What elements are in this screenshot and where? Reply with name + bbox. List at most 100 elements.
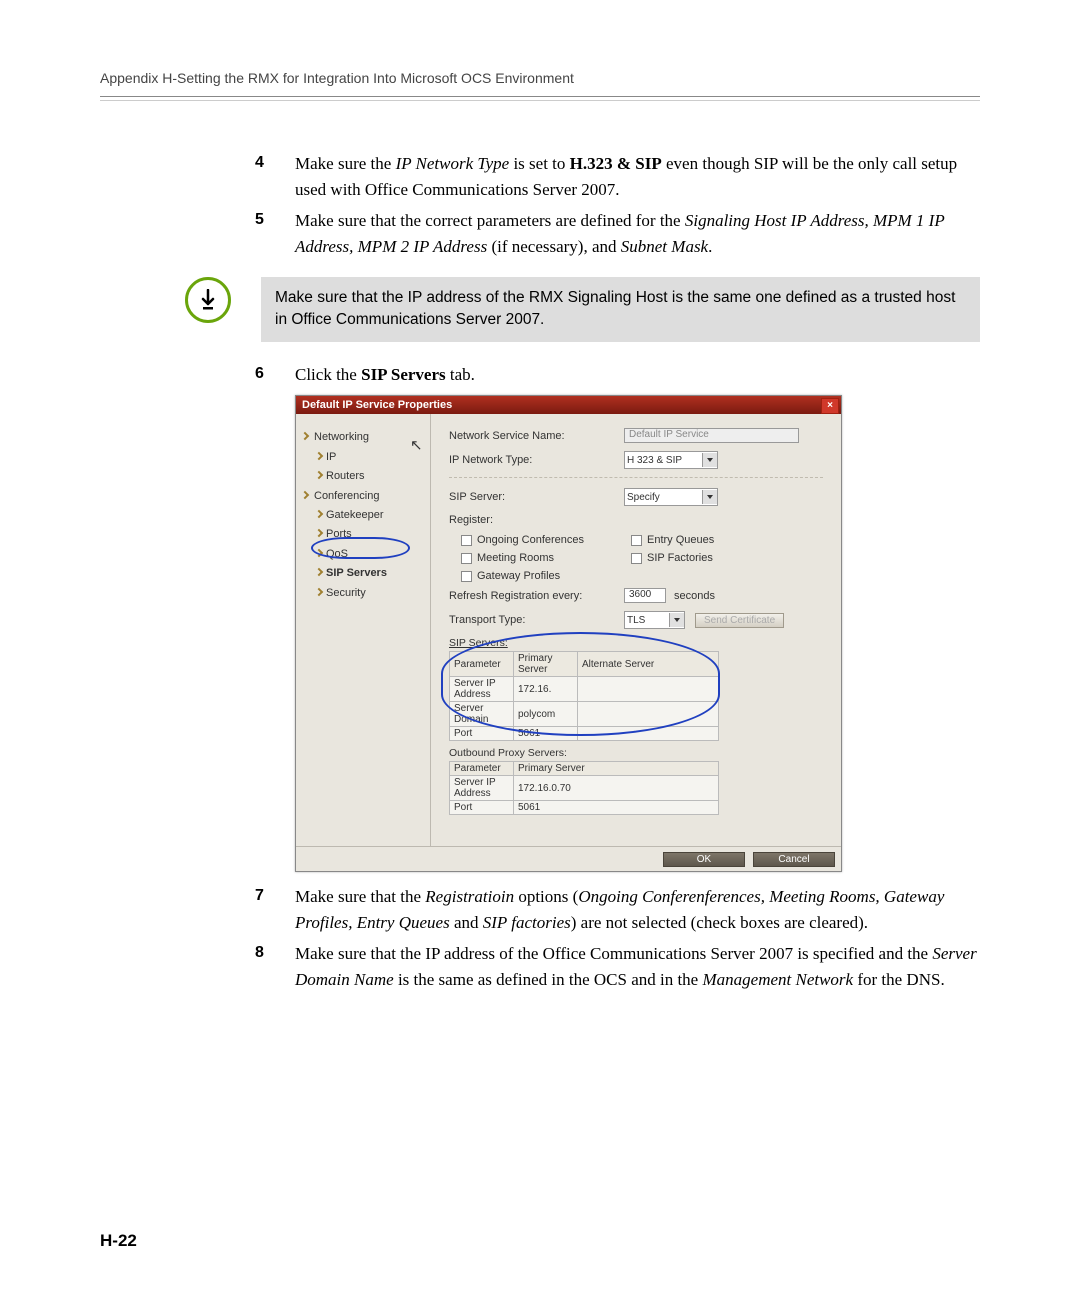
text: Make sure that the correct parameters ar… xyxy=(295,211,685,230)
td[interactable] xyxy=(578,702,719,727)
note-icon xyxy=(185,277,231,323)
nav-gatekeeper[interactable]: Gatekeeper xyxy=(296,506,430,525)
label-register: Register: xyxy=(449,514,624,526)
td: Server IP Address xyxy=(450,677,514,702)
ok-button[interactable]: OK xyxy=(663,852,745,867)
nav-sip-servers[interactable]: SIP Servers xyxy=(296,564,430,583)
td[interactable]: 172.16. xyxy=(514,677,578,702)
checkbox-label: SIP Factories xyxy=(647,552,713,564)
step-number: 7 xyxy=(255,884,295,935)
send-certificate-button[interactable]: Send Certificate xyxy=(695,613,784,628)
td: Port xyxy=(450,801,514,815)
nav-routers[interactable]: Routers xyxy=(296,467,430,486)
text: is the same as defined in the OCS and in… xyxy=(394,970,703,989)
separator xyxy=(449,477,823,478)
select-transport[interactable]: TLS xyxy=(624,611,685,629)
text: ) are not selected (check boxes are clea… xyxy=(571,913,868,932)
checkbox-entry-queues[interactable]: Entry Queues xyxy=(631,534,801,546)
nav-security[interactable]: Security xyxy=(296,584,430,603)
step-number: 8 xyxy=(255,941,295,992)
step-body: Make sure that the IP address of the Off… xyxy=(295,941,980,992)
td[interactable] xyxy=(578,727,719,741)
text-italic: Subnet Mask xyxy=(621,237,708,256)
nav-ports[interactable]: Ports xyxy=(296,525,430,544)
label-refresh: Refresh Registration every: xyxy=(449,590,624,602)
select-value: H 323 & SIP xyxy=(627,455,682,466)
dialog-screenshot: Default IP Service Properties × Networki… xyxy=(295,395,842,872)
dialog-form: Network Service Name: Default IP Service… xyxy=(431,414,841,846)
step-body: Make sure the IP Network Type is set to … xyxy=(295,151,980,202)
note-callout: Make sure that the IP address of the RMX… xyxy=(185,277,980,342)
checkbox-meeting-rooms[interactable]: Meeting Rooms xyxy=(461,552,631,564)
select-sip-server[interactable]: Specify xyxy=(624,488,718,506)
dialog-titlebar: Default IP Service Properties × xyxy=(296,396,841,414)
text-italic: Registratioin xyxy=(425,887,514,906)
page-header: Appendix H-Setting the RMX for Integrati… xyxy=(100,70,980,86)
text: and xyxy=(450,913,483,932)
text-bold: SIP Servers xyxy=(361,365,446,384)
checkbox-icon xyxy=(631,535,642,546)
text: is set to xyxy=(509,154,569,173)
nav-conferencing[interactable]: Conferencing xyxy=(296,487,430,506)
sip-servers-table: Parameter Primary Server Alternate Serve… xyxy=(449,651,719,741)
text: . xyxy=(708,237,712,256)
step-4: 4 Make sure the IP Network Type is set t… xyxy=(255,151,980,202)
checkbox-label: Entry Queues xyxy=(647,534,714,546)
th: Parameter xyxy=(450,652,514,677)
close-icon[interactable]: × xyxy=(821,398,839,414)
text: Make sure the xyxy=(295,154,396,173)
text: options ( xyxy=(514,887,578,906)
label-sip-server: SIP Server: xyxy=(449,491,624,503)
note-text: Make sure that the IP address of the RMX… xyxy=(261,277,980,342)
chevron-down-icon xyxy=(702,490,717,504)
step-number: 4 xyxy=(255,151,295,202)
dialog-button-bar: OK Cancel xyxy=(296,846,841,871)
step-body: Make sure that the correct parameters ar… xyxy=(295,208,980,259)
text: (if necessary), and xyxy=(487,237,621,256)
checkbox-gateway-profiles[interactable]: Gateway Profiles xyxy=(461,570,631,582)
label-service-name: Network Service Name: xyxy=(449,430,624,442)
text: Make sure that the xyxy=(295,887,425,906)
td[interactable]: 5061 xyxy=(514,801,719,815)
th: Primary Server xyxy=(514,652,578,677)
header-rule xyxy=(100,96,980,101)
td[interactable]: 5061 xyxy=(514,727,578,741)
text-italic: SIP factories xyxy=(483,913,571,932)
step-7: 7 Make sure that the Registratioin optio… xyxy=(255,884,980,935)
checkbox-icon xyxy=(631,553,642,564)
td[interactable]: 172.16.0.70 xyxy=(514,776,719,801)
checkbox-label: Ongoing Conferences xyxy=(477,534,584,546)
checkbox-sip-factories[interactable]: SIP Factories xyxy=(631,552,801,564)
step-body: Make sure that the Registratioin options… xyxy=(295,884,980,935)
input-service-name[interactable]: Default IP Service xyxy=(624,428,799,443)
input-refresh[interactable]: 3600 xyxy=(624,588,666,603)
label-seconds: seconds xyxy=(674,590,715,602)
step-body: Click the SIP Servers tab. xyxy=(295,362,980,388)
th: Alternate Server xyxy=(578,652,719,677)
page-number: H-22 xyxy=(100,1231,137,1251)
td: Server IP Address xyxy=(450,776,514,801)
chevron-down-icon xyxy=(669,613,684,627)
label-ip-type: IP Network Type: xyxy=(449,454,624,466)
pointer-cursor-icon: ↖ xyxy=(410,436,423,454)
nav-qos[interactable]: QoS xyxy=(296,545,430,564)
text: tab. xyxy=(446,365,475,384)
cancel-button[interactable]: Cancel xyxy=(753,852,835,867)
checkbox-icon xyxy=(461,535,472,546)
td[interactable] xyxy=(578,677,719,702)
checkbox-ongoing[interactable]: Ongoing Conferences xyxy=(461,534,631,546)
checkbox-icon xyxy=(461,571,472,582)
text-bold: H.323 & SIP xyxy=(570,154,662,173)
checkbox-label: Meeting Rooms xyxy=(477,552,554,564)
td: Port xyxy=(450,727,514,741)
text: Click the xyxy=(295,365,361,384)
step-6: 6 Click the SIP Servers tab. xyxy=(255,362,980,388)
text-italic: Management Network xyxy=(702,970,853,989)
select-ip-type[interactable]: H 323 & SIP xyxy=(624,451,718,469)
select-value: TLS xyxy=(627,615,645,626)
step-number: 6 xyxy=(255,362,295,388)
th: Parameter xyxy=(450,762,514,776)
dialog-nav: Networking IP Routers Conferencing Gatek… xyxy=(296,414,431,846)
td[interactable]: polycom xyxy=(514,702,578,727)
checkbox-label: Gateway Profiles xyxy=(477,570,560,582)
